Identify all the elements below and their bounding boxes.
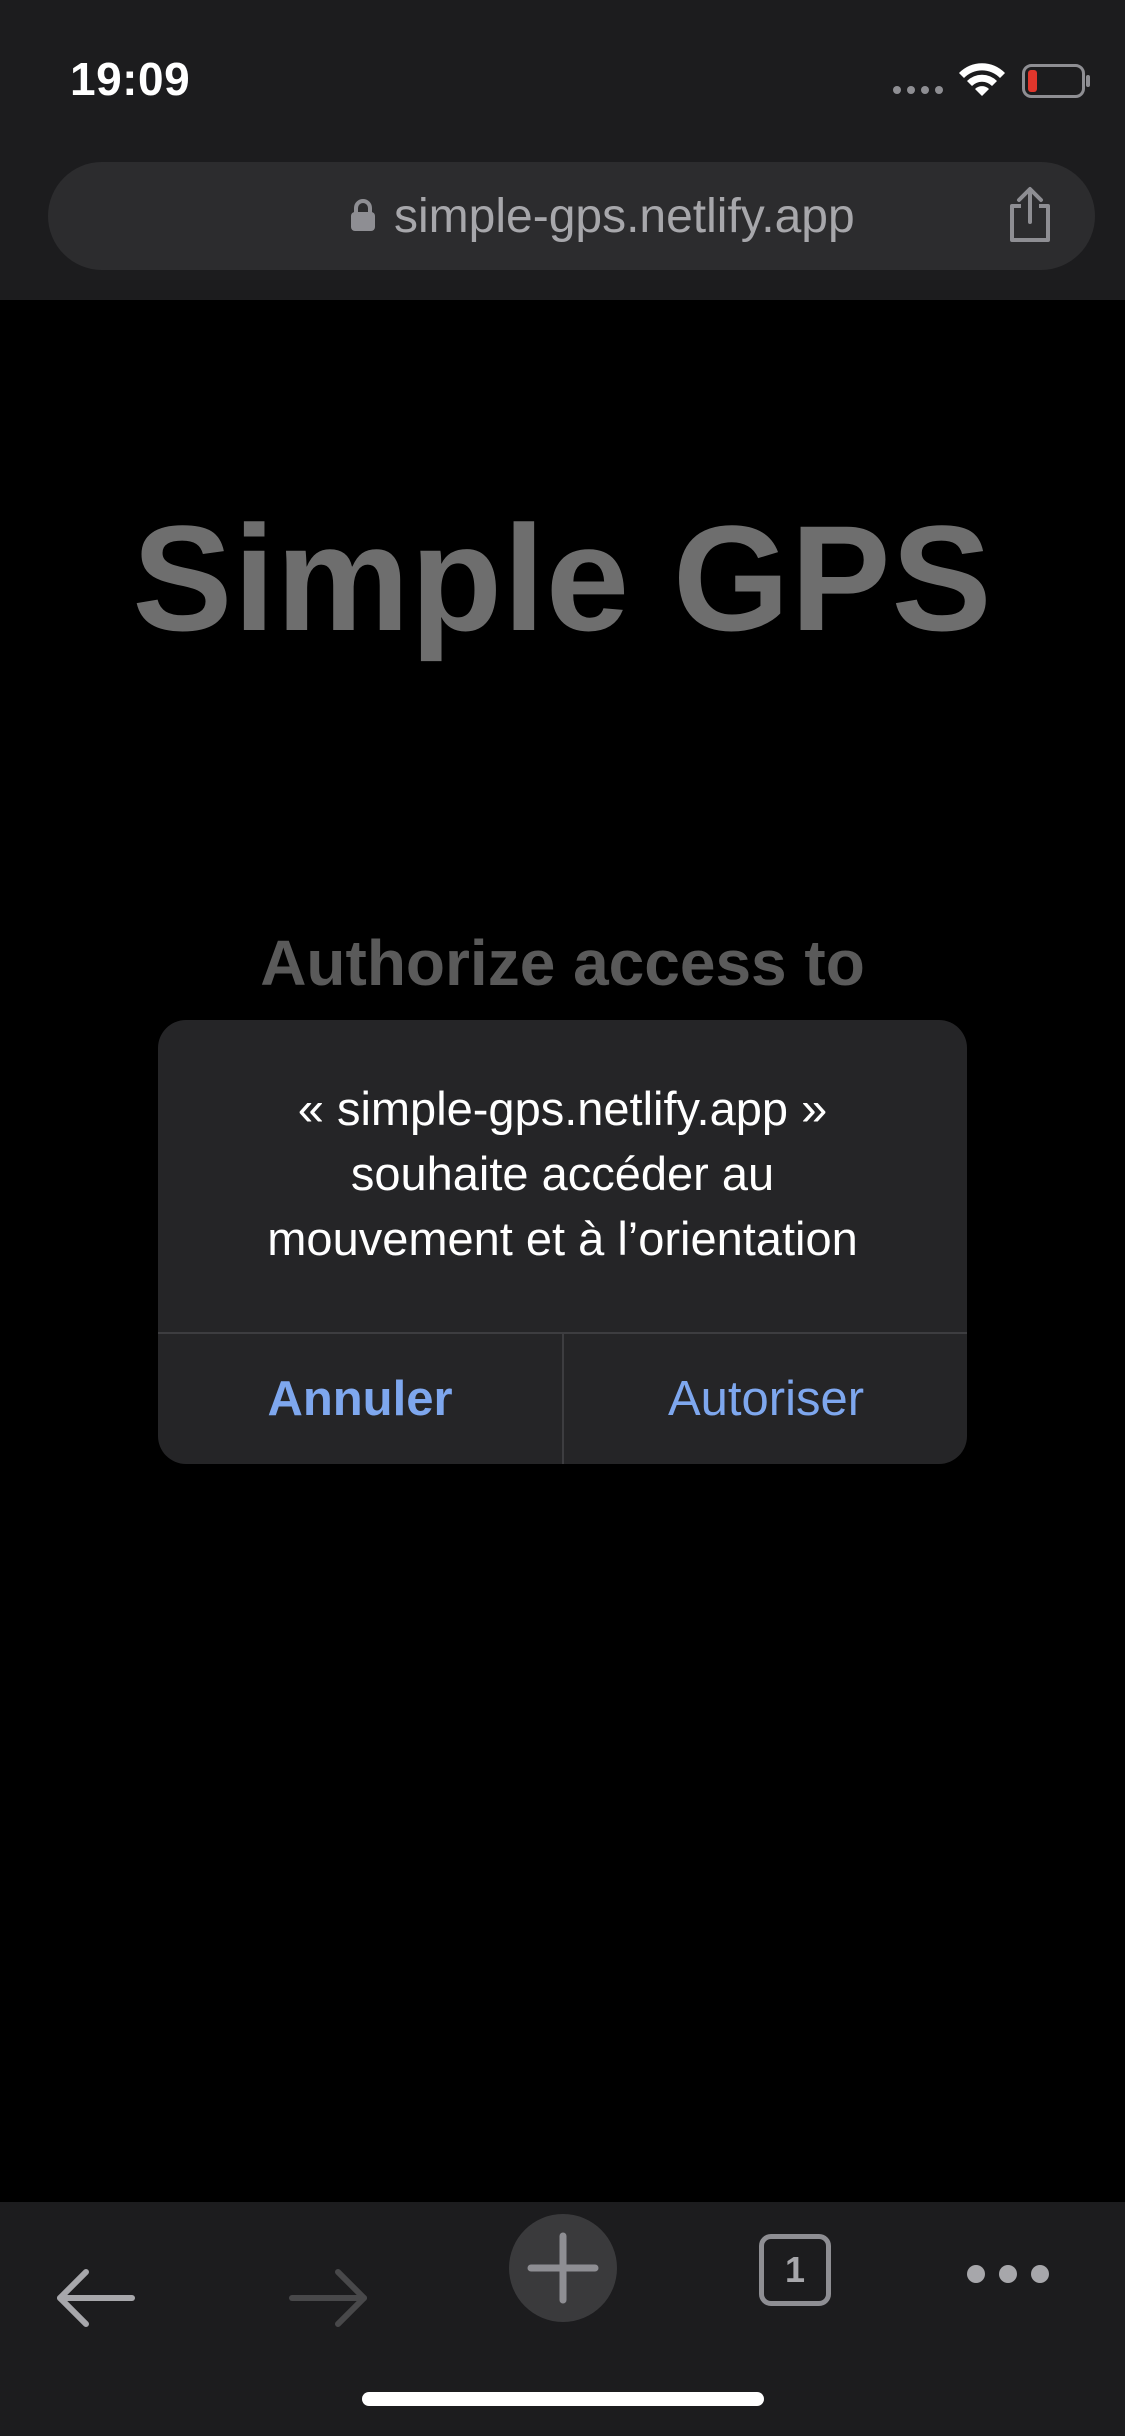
status-time: 19:09 bbox=[70, 53, 191, 105]
battery-low-icon bbox=[1022, 64, 1090, 98]
screen: 19:09 simple-gps.netlify.app Simple GPS … bbox=[0, 0, 1125, 2436]
browser-top-chrome: 19:09 simple-gps.netlify.app bbox=[0, 0, 1125, 300]
url-bar[interactable]: simple-gps.netlify.app bbox=[48, 162, 1095, 270]
allow-button[interactable]: Autoriser bbox=[564, 1334, 967, 1464]
cancel-button[interactable]: Annuler bbox=[158, 1334, 562, 1464]
back-arrow-icon[interactable] bbox=[56, 2266, 136, 2330]
home-indicator[interactable] bbox=[362, 2392, 764, 2406]
plus-icon bbox=[527, 2232, 599, 2304]
signal-dots-icon bbox=[893, 86, 945, 94]
share-icon[interactable] bbox=[1004, 186, 1056, 244]
page-title: Simple GPS bbox=[132, 494, 993, 662]
dialog-message-line: mouvement et à l’orientation bbox=[267, 1212, 858, 1265]
tabs-button[interactable]: 1 bbox=[759, 2234, 831, 2306]
new-tab-button[interactable] bbox=[509, 2214, 617, 2322]
lock-icon bbox=[351, 199, 375, 231]
forward-arrow-icon[interactable] bbox=[288, 2266, 368, 2330]
more-icon[interactable] bbox=[966, 2262, 1050, 2286]
dialog-message-line: souhaite accéder au bbox=[350, 1147, 775, 1200]
url-text: simple-gps.netlify.app bbox=[394, 190, 855, 243]
page-subtitle: Authorize access to bbox=[260, 927, 865, 999]
dialog-message-line: « simple-gps.netlify.app » bbox=[297, 1082, 828, 1135]
wifi-icon bbox=[959, 63, 1005, 96]
dialog-message: « simple-gps.netlify.app » souhaite accé… bbox=[158, 1076, 967, 1271]
permission-dialog: « simple-gps.netlify.app » souhaite accé… bbox=[158, 1020, 967, 1464]
